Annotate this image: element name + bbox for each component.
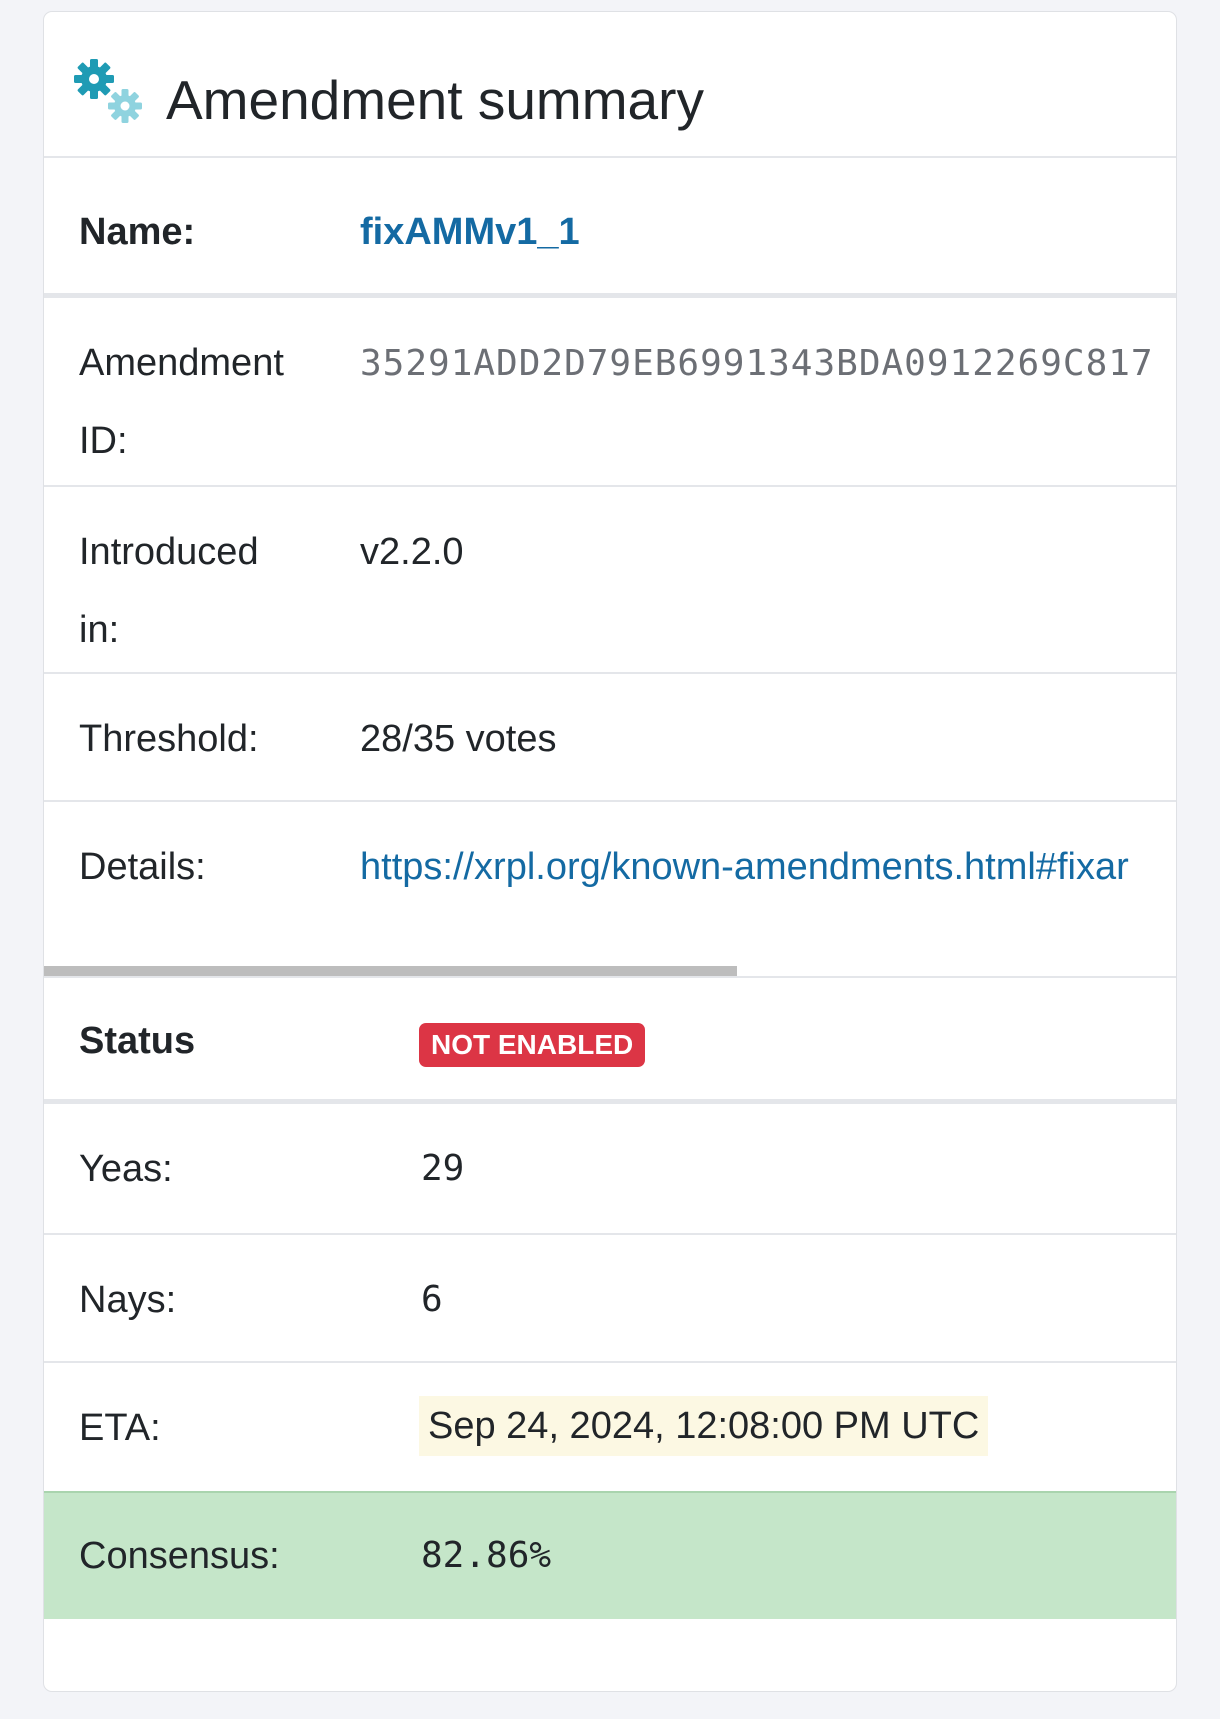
nays-value: 6 <box>421 1279 443 1320</box>
threshold-row: Threshold: 28/35 votes <box>44 674 1176 802</box>
eta-row: ETA: Sep 24, 2024, 12:08:00 PM UTC <box>44 1363 1176 1491</box>
yeas-row: Yeas: 29 <box>44 1104 1176 1235</box>
details-row: Details: https://xrpl.org/known-amendmen… <box>44 802 1176 977</box>
consensus-label: Consensus: <box>79 1535 280 1577</box>
details-label: Details: <box>79 846 206 888</box>
threshold-label: Threshold: <box>79 718 259 760</box>
nays-label: Nays: <box>79 1279 177 1321</box>
horizontal-scrollbar[interactable] <box>44 966 737 976</box>
eta-label: ETA: <box>79 1407 161 1449</box>
introduced-row: Introduced in: v2.2.0 <box>44 487 1176 674</box>
amendment-id-row: Amendment ID: 35291ADD2D79EB6991343BDA09… <box>44 298 1176 487</box>
consensus-value: 82.86% <box>421 1535 552 1576</box>
amendment-summary-card: Amendment summary Name: fixAMMv1_1 Amend… <box>43 11 1177 1692</box>
consensus-row: Consensus: 82.86% <box>44 1491 1176 1619</box>
card-header: Amendment summary <box>44 12 1176 158</box>
details-link[interactable]: https://xrpl.org/known-amendments.html#f… <box>360 838 1129 896</box>
amendment-id-label: Amendment ID: <box>79 342 284 462</box>
introduced-label: Introduced in: <box>79 531 259 651</box>
status-badge: NOT ENABLED <box>419 1023 646 1067</box>
name-label: Name: <box>79 211 196 253</box>
name-row: Name: fixAMMv1_1 <box>44 158 1176 298</box>
yeas-label: Yeas: <box>79 1148 173 1190</box>
amendment-id-value: 35291ADD2D79EB6991343BDA0912269C817 <box>360 343 1154 384</box>
status-label: Status <box>79 1020 196 1062</box>
threshold-value: 28/35 votes <box>360 718 557 760</box>
introduced-value: v2.2.0 <box>360 531 464 573</box>
gears-icon <box>74 59 142 123</box>
card-title: Amendment summary <box>166 69 704 131</box>
eta-value: Sep 24, 2024, 12:08:00 PM UTC <box>419 1396 989 1456</box>
amendment-name-link[interactable]: fixAMMv1_1 <box>360 203 580 261</box>
nays-row: Nays: 6 <box>44 1235 1176 1363</box>
yeas-value: 29 <box>421 1148 465 1189</box>
status-row: Status NOT ENABLED <box>44 976 1176 1104</box>
